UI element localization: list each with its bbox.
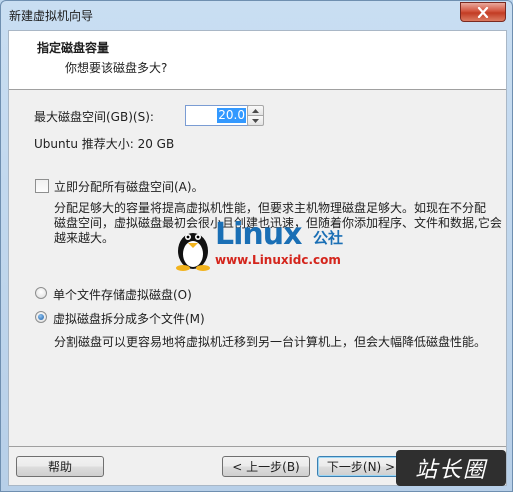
- max-disk-size-stepper[interactable]: 20.0: [185, 105, 265, 126]
- split-description: 分割磁盘可以更容易地将虚拟机迁移到另一台计算机上，但会大幅降低磁盘性能。: [54, 335, 487, 349]
- footer-divider: [9, 446, 506, 447]
- linux-watermark-logo: Linux 公社 www.Linuxidc.com: [173, 215, 383, 275]
- help-button[interactable]: 帮助: [16, 456, 104, 477]
- close-icon: [477, 6, 489, 18]
- wizard-client-area: 指定磁盘容量 你想要该磁盘多大? 最大磁盘空间(GB)(S): 20.0 Ubu…: [8, 30, 507, 486]
- max-disk-size-value: 20.0: [217, 108, 246, 123]
- allocate-all-checkbox[interactable]: [35, 179, 49, 193]
- next-button[interactable]: 下一步(N) >: [317, 456, 405, 477]
- watermark-brand: Linux: [215, 217, 302, 252]
- allocate-description-line: 分配足够大的容量将提高虚拟机性能，但要求主机物理磁盘足够大。如现在不分配: [54, 201, 487, 215]
- title-bar: 新建虚拟机向导: [1, 1, 512, 28]
- max-disk-size-input[interactable]: 20.0: [185, 105, 249, 126]
- wizard-window: 新建虚拟机向导 指定磁盘容量 你想要该磁盘多大? 最大磁盘空间(GB)(S): …: [0, 0, 513, 492]
- watermark-url: www.Linuxidc.com: [215, 253, 341, 267]
- recommended-size-text: Ubuntu 推荐大小: 20 GB: [34, 137, 175, 151]
- arrow-down-icon: [252, 118, 259, 123]
- window-title: 新建虚拟机向导: [9, 9, 94, 23]
- wizard-header: 指定磁盘容量 你想要该磁盘多大?: [9, 31, 506, 90]
- allocate-all-label[interactable]: 立即分配所有磁盘空间(A)。: [54, 178, 204, 195]
- close-button[interactable]: [460, 2, 506, 22]
- corner-watermark: 站长圈: [396, 450, 506, 486]
- max-disk-size-label: 最大磁盘空间(GB)(S):: [34, 110, 154, 124]
- split-files-radio[interactable]: [35, 311, 47, 323]
- back-button[interactable]: < 上一步(B): [222, 456, 310, 477]
- single-file-label[interactable]: 单个文件存储虚拟磁盘(O): [53, 286, 192, 303]
- arrow-up-icon: [252, 108, 259, 113]
- single-file-radio[interactable]: [35, 287, 47, 299]
- spin-down-button[interactable]: [247, 115, 264, 126]
- page-title: 指定磁盘容量: [37, 41, 110, 55]
- watermark-brand-suffix: 公社: [313, 229, 344, 247]
- split-files-label[interactable]: 虚拟磁盘拆分成多个文件(M): [53, 310, 205, 327]
- page-subtitle: 你想要该磁盘多大?: [65, 61, 168, 75]
- penguin-icon: [176, 233, 210, 271]
